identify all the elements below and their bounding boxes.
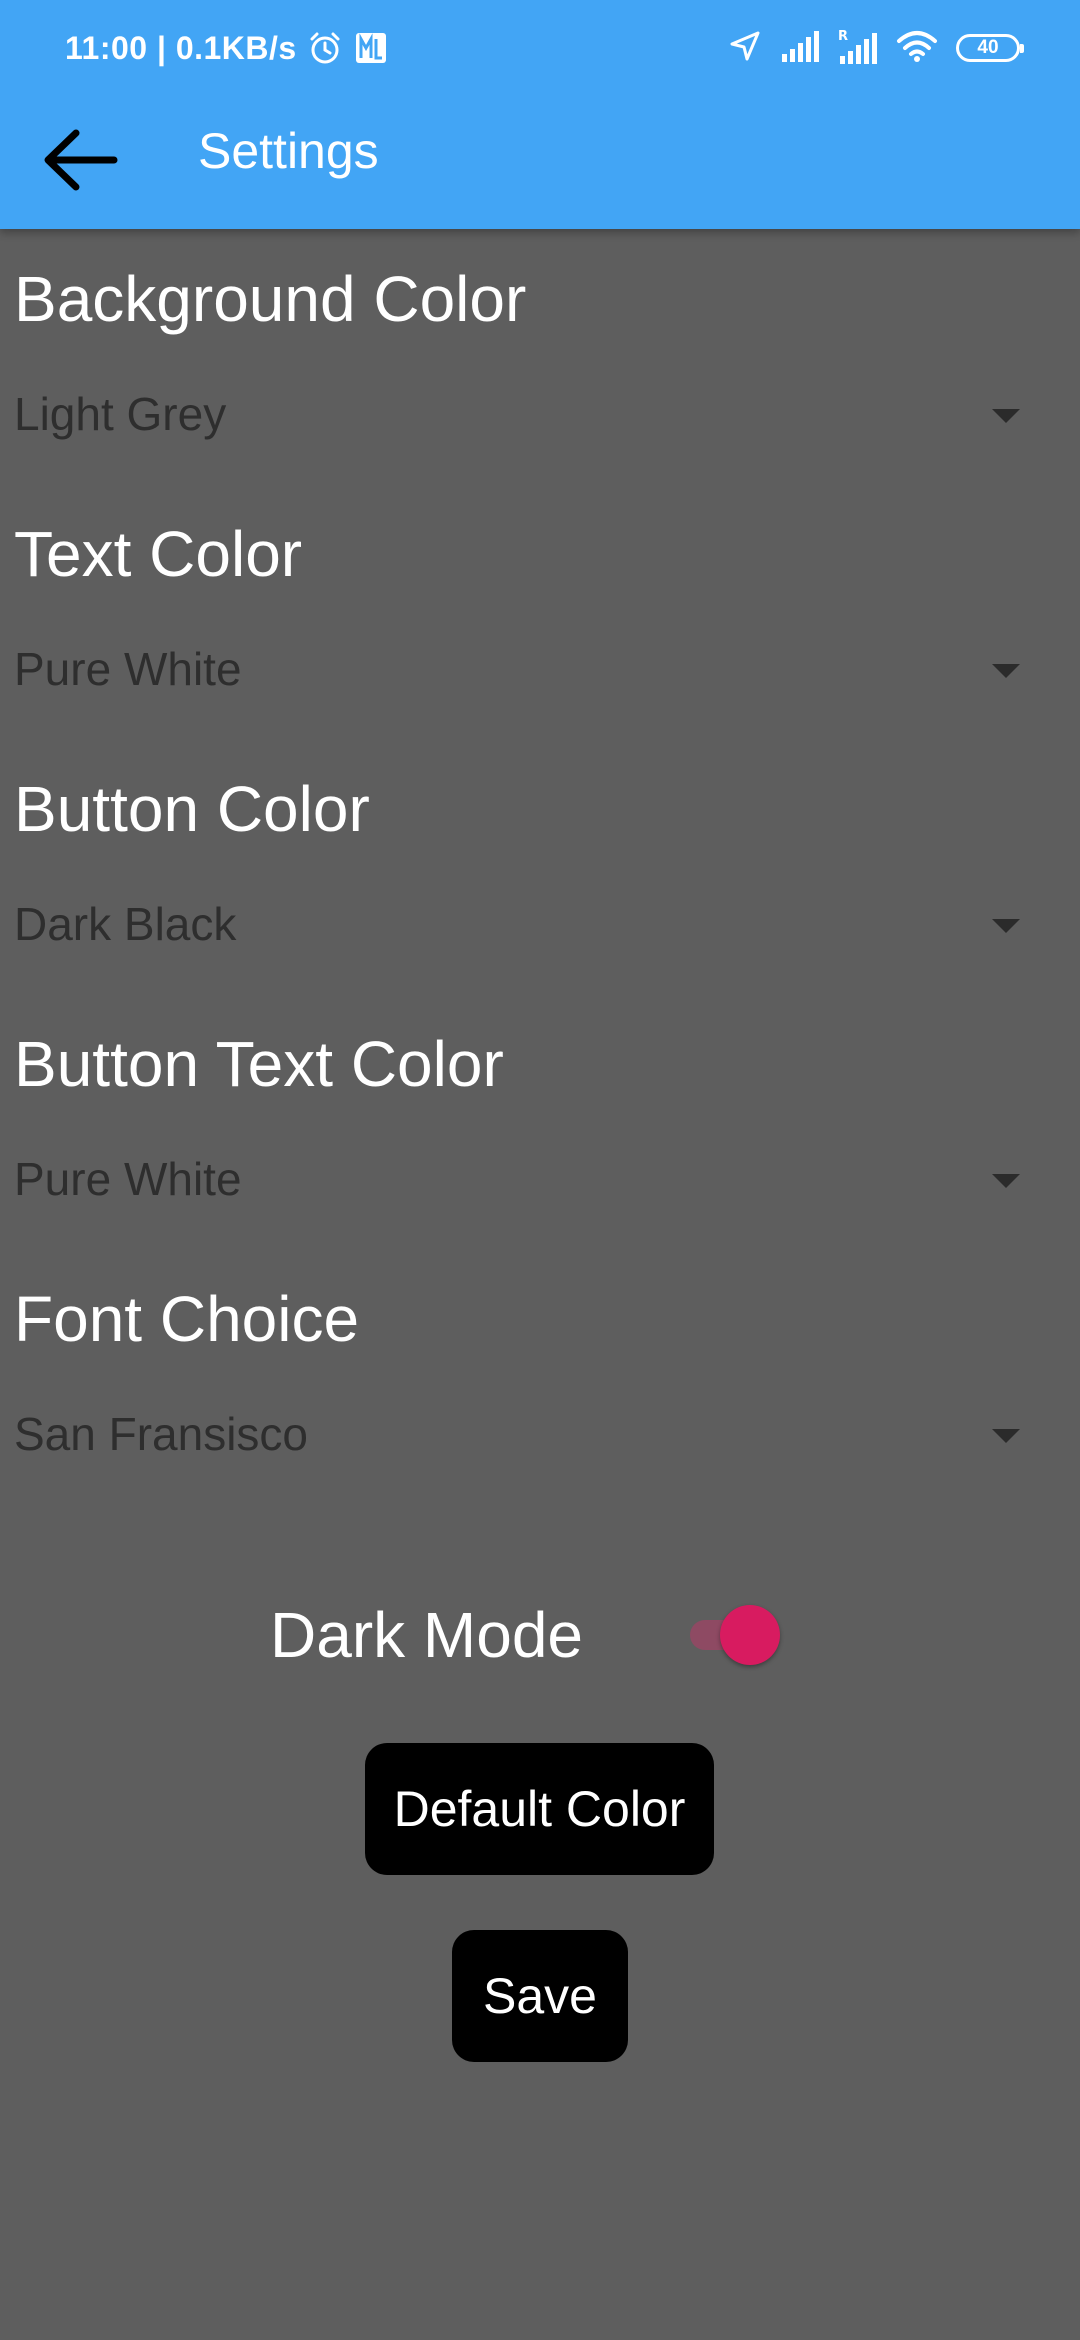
button-color-setting: Button Color Dark Black <box>0 739 1080 994</box>
alarm-icon <box>307 30 343 66</box>
dark-mode-label: Dark Mode <box>270 1599 583 1671</box>
wifi-icon <box>896 29 938 68</box>
setting-label: Font Choice <box>14 1283 360 1355</box>
back-button[interactable] <box>30 110 130 210</box>
page-title: Settings <box>198 123 379 179</box>
dropdown-value: Dark Black <box>14 898 237 950</box>
default-color-button[interactable]: Default Color <box>365 1743 714 1875</box>
save-button[interactable]: Save <box>452 1930 628 2062</box>
status-left: 11:00 | 0.1KB/s <box>65 24 389 72</box>
text-color-dropdown[interactable]: Pure White <box>14 624 1020 714</box>
app-notification-icon <box>353 30 389 66</box>
status-right: R 40 <box>728 24 1024 72</box>
dropdown-value: Pure White <box>14 643 242 695</box>
location-arrow-icon <box>728 29 762 68</box>
status-bar: 11:00 | 0.1KB/s R 40 <box>0 0 1080 96</box>
battery-icon: 40 <box>956 34 1024 62</box>
dropdown-arrow-icon <box>992 664 1020 678</box>
setting-label: Button Color <box>14 773 370 845</box>
dropdown-value: Light Grey <box>14 388 227 440</box>
arrow-left-icon <box>44 129 118 191</box>
roaming-signal-icon: R <box>838 28 878 69</box>
dropdown-arrow-icon <box>992 409 1020 423</box>
dropdown-value: Pure White <box>14 1153 242 1205</box>
text-color-setting: Text Color Pure White <box>0 484 1080 739</box>
font-choice-setting: Font Choice San Fransisco <box>0 1249 1080 1504</box>
app-bar: Settings <box>0 96 1080 229</box>
button-color-dropdown[interactable]: Dark Black <box>14 879 1020 969</box>
svg-text:R: R <box>838 29 848 44</box>
setting-label: Background Color <box>14 263 527 335</box>
battery-level: 40 <box>977 37 999 58</box>
settings-list: Background Color Light Grey Text Color P… <box>0 229 1080 1504</box>
signal-icon <box>780 30 820 67</box>
background-color-dropdown[interactable]: Light Grey <box>14 369 1020 459</box>
dark-mode-row: Dark Mode <box>0 1580 1080 1690</box>
dropdown-value: San Fransisco <box>14 1408 309 1460</box>
font-choice-dropdown[interactable]: San Fransisco <box>14 1389 1020 1479</box>
button-text-color-dropdown[interactable]: Pure White <box>14 1134 1020 1224</box>
dark-mode-toggle[interactable] <box>684 1605 780 1665</box>
top-bar: 11:00 | 0.1KB/s R 40 Settings <box>0 0 1080 229</box>
setting-label: Button Text Color <box>14 1028 504 1100</box>
dropdown-arrow-icon <box>992 1174 1020 1188</box>
button-text-color-setting: Button Text Color Pure White <box>0 994 1080 1249</box>
dropdown-arrow-icon <box>992 919 1020 933</box>
background-color-setting: Background Color Light Grey <box>0 229 1080 484</box>
status-time-speed: 11:00 | 0.1KB/s <box>65 29 297 66</box>
setting-label: Text Color <box>14 518 303 590</box>
toggle-thumb <box>720 1605 780 1665</box>
dropdown-arrow-icon <box>992 1429 1020 1443</box>
